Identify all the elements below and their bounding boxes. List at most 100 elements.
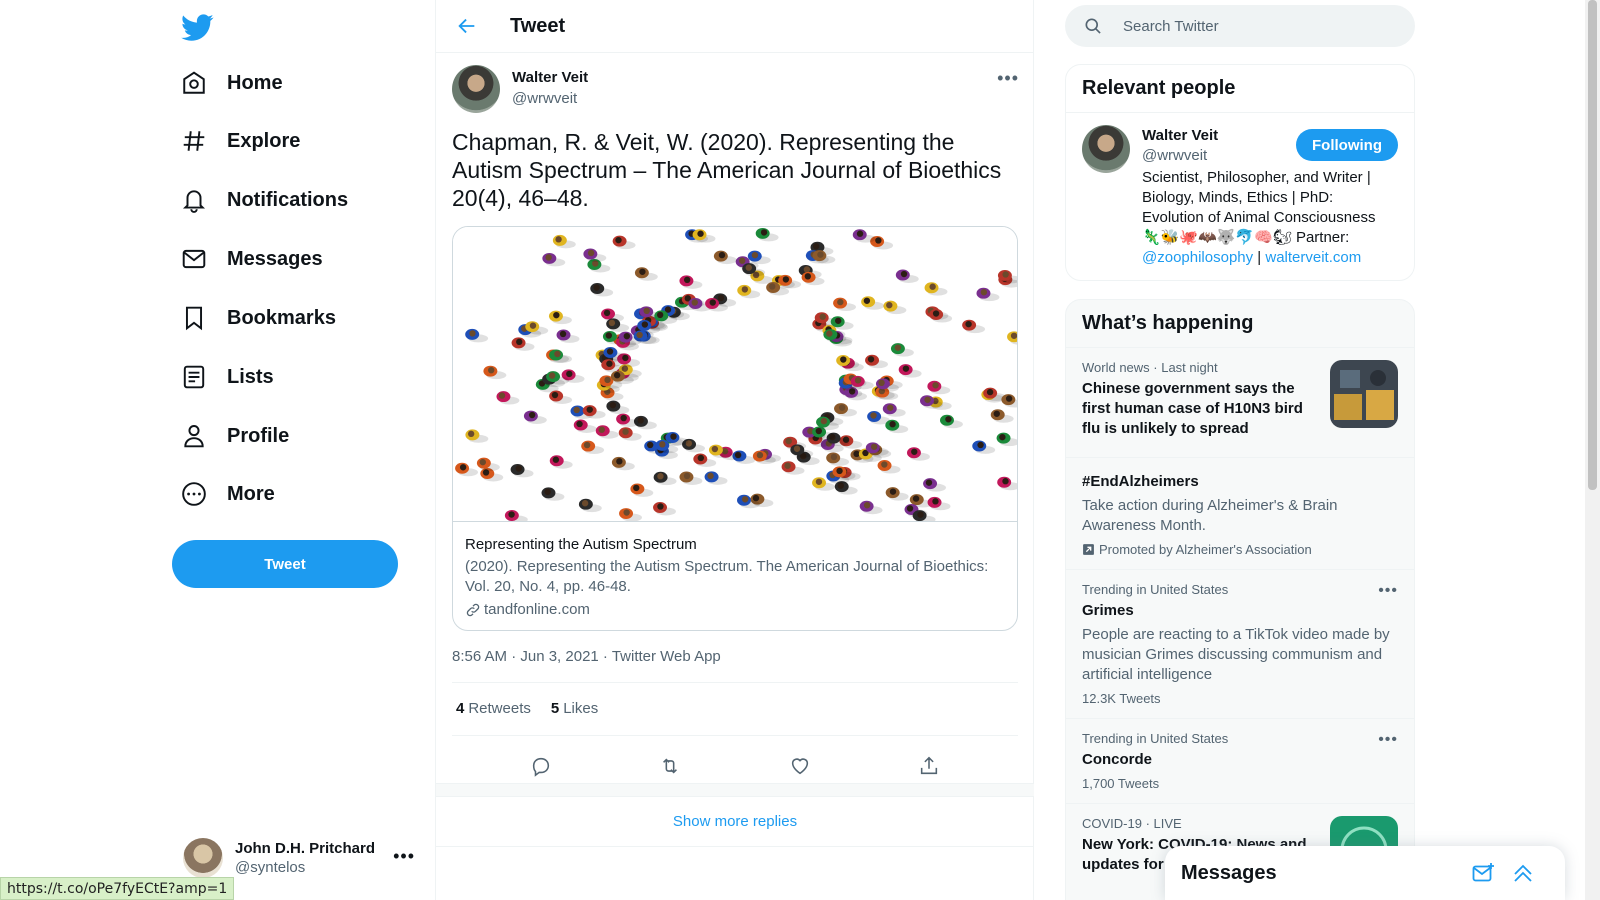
author-handle[interactable]: @wrwveit	[512, 90, 588, 107]
new-message-icon[interactable]	[1471, 861, 1495, 885]
crowd-figure	[882, 403, 906, 417]
card-description: (2020). Representing the Autism Spectrum…	[465, 558, 989, 595]
bell-icon	[182, 190, 206, 213]
crowd-figure	[708, 444, 732, 459]
nav-lists[interactable]: Lists	[181, 355, 274, 399]
trend-more-icon[interactable]: •••	[1378, 731, 1398, 749]
link-card[interactable]: Representing the Autism Spectrum (2020).…	[452, 226, 1018, 631]
left-sidebar: Home Explore Notifications Messages Book…	[0, 0, 436, 900]
tweet-actions	[436, 748, 1034, 784]
card-domain: tandfonline.com	[484, 601, 590, 618]
trend-title: Grimes	[1082, 602, 1134, 619]
crowd-figure	[1001, 394, 1017, 408]
trend-context: Trending in United States	[1082, 582, 1229, 597]
account-more-icon[interactable]: •••	[393, 846, 415, 867]
crowd-figure	[895, 269, 919, 283]
tweet-button[interactable]: Tweet	[172, 540, 398, 588]
scrollbar-thumb[interactable]	[1588, 0, 1597, 490]
bookmark-icon	[185, 306, 203, 331]
search-icon	[1085, 18, 1101, 34]
twitter-bird-icon[interactable]	[180, 10, 214, 44]
nav-home[interactable]: Home	[181, 61, 283, 105]
nav-profile[interactable]: Profile	[181, 414, 289, 458]
crowd-figure	[581, 440, 605, 455]
nav-messages[interactable]: Messages	[181, 237, 323, 281]
crowd-figure	[883, 300, 907, 315]
tweet-text: Chapman, R. & Veit, W. (2020). Represent…	[452, 129, 1002, 211]
trend-more-icon[interactable]: •••	[1378, 582, 1398, 600]
expand-up-icon[interactable]	[1511, 861, 1535, 885]
tweet-source[interactable]: Twitter Web App	[612, 648, 721, 665]
bio-mention-link[interactable]: @zoophilosophy	[1142, 249, 1253, 266]
crowd-figure	[834, 403, 857, 417]
crowd-figure	[496, 391, 520, 405]
nav-bookmarks[interactable]: Bookmarks	[181, 296, 336, 340]
bio-website-link[interactable]: walterveit.com	[1265, 249, 1361, 266]
crowd-figure	[912, 510, 936, 521]
trend-item[interactable]: Trending in United States Grimes People …	[1066, 569, 1414, 718]
author-name[interactable]: Walter Veit	[512, 69, 588, 86]
retweet-icon[interactable]	[659, 755, 681, 777]
tweet-author[interactable]: Walter Veit @wrwveit	[452, 65, 588, 113]
crowd-figure	[653, 471, 677, 486]
bio-text: Scientist, Philosopher, and Writer | Bio…	[1142, 169, 1376, 226]
trend-context: Trending in United States	[1082, 731, 1229, 746]
nav-notifications[interactable]: Notifications	[181, 178, 348, 222]
following-button[interactable]: Following	[1296, 129, 1398, 161]
trend-count: 12.3K Tweets	[1082, 691, 1161, 706]
likes-stat[interactable]: 5 Likes	[551, 700, 598, 717]
author-avatar[interactable]	[452, 65, 500, 113]
account-switcher[interactable]: John D.H. Pritchard @syntelos •••	[183, 836, 415, 880]
crowd-figure	[790, 444, 814, 458]
crowd-figure	[583, 248, 607, 262]
back-button[interactable]	[450, 9, 484, 43]
avatar[interactable]	[1082, 125, 1130, 173]
crowd-figure	[929, 309, 953, 323]
page-scrollbar[interactable]	[1585, 0, 1600, 900]
crowd-figure	[556, 329, 580, 343]
reply-icon[interactable]	[530, 755, 552, 777]
nav-bookmarks-label: Bookmarks	[227, 306, 336, 329]
messages-dock[interactable]: Messages	[1165, 846, 1565, 900]
trend-item[interactable]: World news · Last night Chinese governme…	[1066, 347, 1414, 457]
show-more-replies-button[interactable]: Show more replies	[436, 797, 1034, 847]
crowd-figure	[630, 483, 654, 497]
promoted-by: Promoted by Alzheimer's Association	[1082, 542, 1398, 557]
tweet-time[interactable]: 8:56 AM · Jun 3, 2021 ·	[452, 648, 612, 665]
crowd-figure	[573, 419, 597, 433]
link-icon	[466, 603, 480, 616]
nav-explore[interactable]: Explore	[181, 119, 300, 163]
crowd-figure	[906, 447, 930, 461]
crowd-figure	[924, 282, 948, 296]
likes-count: 5	[550, 700, 560, 717]
crowd-figure	[737, 284, 761, 299]
crowd-figure	[590, 283, 614, 297]
list-icon	[183, 365, 205, 389]
promoted-trend-item[interactable]: #EndAlzheimers Take action during Alzhei…	[1066, 457, 1414, 569]
crowd-figure	[612, 235, 636, 250]
crowd-figure	[927, 496, 951, 511]
trend-item[interactable]: Trending in United States Concorde 1,700…	[1066, 718, 1414, 803]
crowd-figure	[523, 410, 547, 425]
crowd-figure	[476, 457, 500, 472]
crowd-figure	[713, 250, 737, 265]
tweet-more-icon[interactable]: •••	[997, 68, 1019, 89]
search-input[interactable]	[1123, 17, 1383, 35]
page-title: Tweet	[510, 14, 566, 37]
nav-home-label: Home	[227, 71, 283, 94]
crowd-figure	[1007, 331, 1017, 345]
retweets-stat[interactable]: 4 Retweets	[456, 700, 531, 717]
nav-more[interactable]: More	[181, 472, 275, 516]
crowd-figure	[972, 440, 996, 454]
trend-title: Chinese government says the first human …	[1082, 380, 1303, 437]
like-heart-icon[interactable]	[789, 755, 811, 777]
relevant-person[interactable]: Walter Veit @wrwveit Scientist, Philosop…	[1066, 112, 1414, 280]
relevant-people-panel: Relevant people Walter Veit @wrwveit Sci…	[1065, 64, 1415, 281]
share-icon[interactable]	[918, 755, 940, 777]
search-bar[interactable]	[1065, 5, 1415, 47]
nav-notifications-label: Notifications	[227, 188, 349, 211]
crowd-figure	[752, 450, 776, 465]
crowd-figure	[742, 263, 766, 277]
promoted-label: Promoted by Alzheimer's Association	[1099, 542, 1312, 557]
crowd-figure	[634, 267, 658, 281]
